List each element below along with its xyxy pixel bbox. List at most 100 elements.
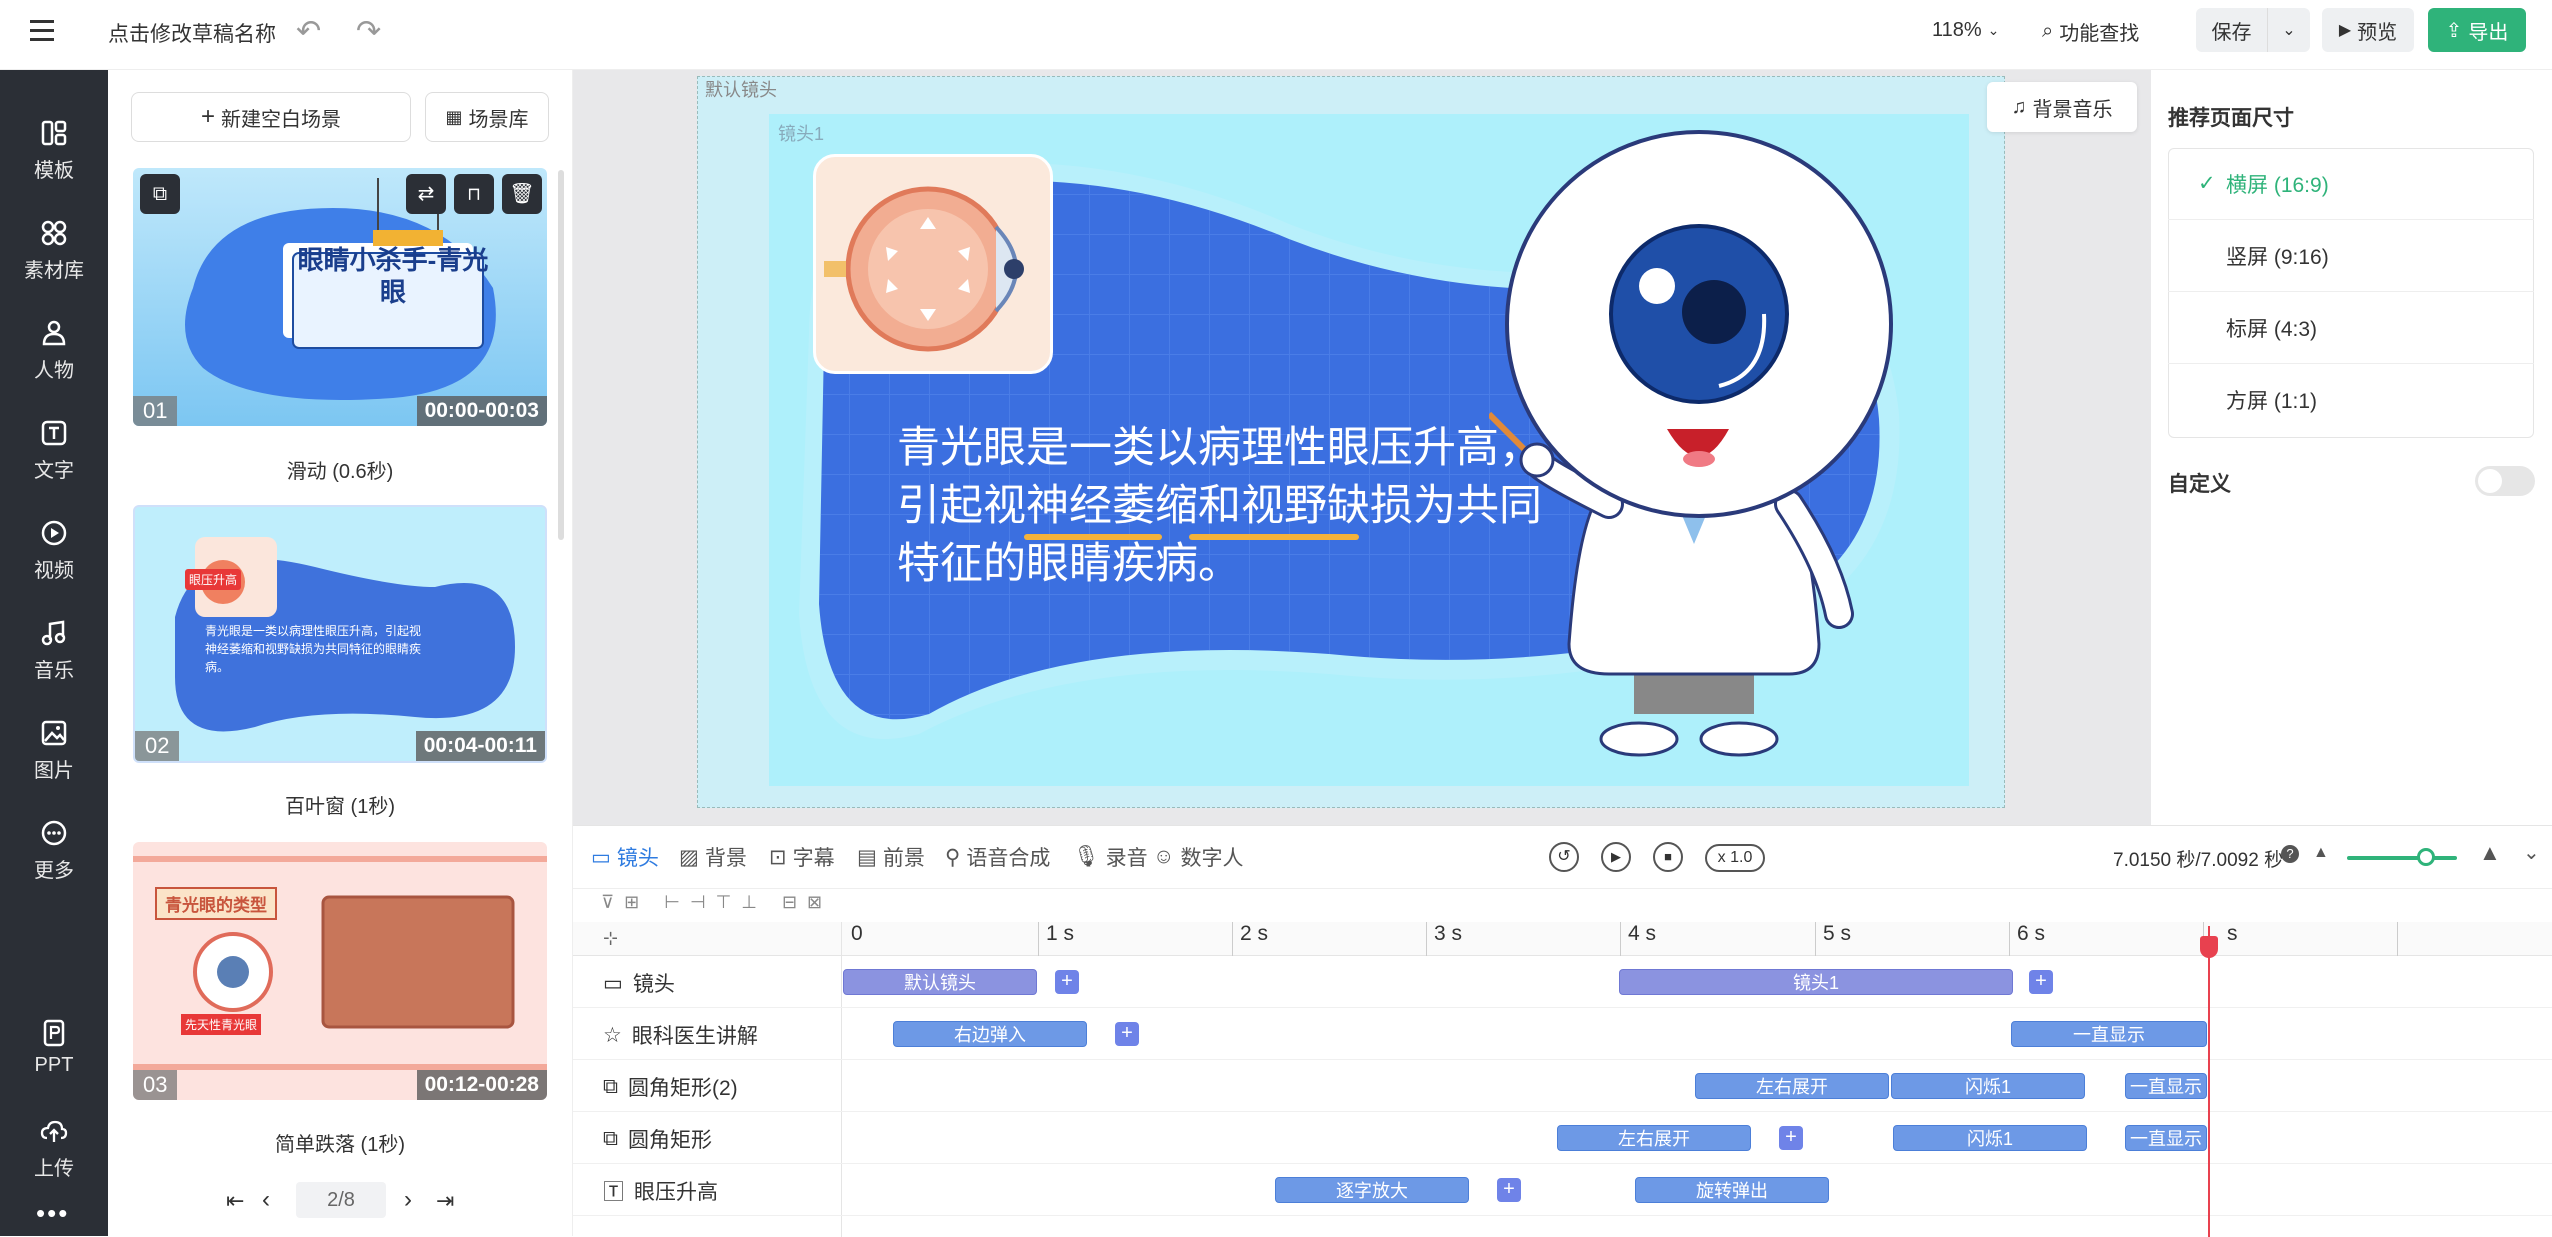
tab-record[interactable]: 🎙 录音 [1073,842,1148,872]
clip[interactable]: 默认镜头 [843,969,1037,995]
save-button[interactable]: 保存 [2196,8,2268,52]
next-page-icon[interactable]: › [404,1186,412,1214]
main-text-line-2: 引起视神经萎缩和视野缺损为共同 [897,482,1542,530]
ruler-settings-icon[interactable]: ⊹ [603,928,618,949]
scene-library-label: 场景库 [468,108,529,131]
track-rounded-rect[interactable]: ⧉ 圆角矩形 左右展开 + 闪烁1 一直显示 [573,1112,2552,1164]
tab-digital-human[interactable]: ☺ 数字人 [1153,842,1243,872]
eyeball-doctor-mascot[interactable] [1489,124,1909,784]
delete-icon[interactable]: 🗑 [502,174,542,214]
nav-template[interactable]: 模板 [0,118,108,208]
slide-main-text[interactable]: 青光眼是一类以病理性眼压升高， 引起视神经萎缩和视野缺损为共同 特征的眼睛疾病。 [897,419,1542,593]
add-clip-plus-icon[interactable]: + [2029,970,2053,994]
size-option-portrait[interactable]: 竖屏 (9:16) [2168,220,2534,292]
background-music-button[interactable]: ♫ 背景音乐 [1987,82,2137,132]
nav-image[interactable]: 图片 [0,718,108,808]
stamp-icon[interactable]: ⊓ [454,174,494,214]
size-option-square[interactable]: 方屏 (1:1) [2168,364,2534,436]
export-label: 导出 [2468,21,2509,44]
clip[interactable]: 右边弹入 [893,1021,1087,1047]
nav-person[interactable]: 人物 [0,318,108,408]
nav-ppt[interactable]: PPT [0,1018,108,1108]
tab-label: 前景 [882,847,925,870]
playback-speed[interactable]: x 1.0 [1705,844,1765,872]
undo-icon[interactable]: ↶ [296,14,321,49]
tab-background[interactable]: ▨ 背景 [679,842,747,872]
nav-materials[interactable]: 素材库 [0,218,108,308]
last-page-icon[interactable]: ⇥ [436,1188,454,1214]
copy-icon[interactable]: ⧉ [140,174,180,214]
hamburger-icon[interactable] [30,20,54,42]
scene-scrollbar[interactable] [558,170,564,540]
time-ruler[interactable]: ⊹ 0 1 s 2 s 3 s 4 s 5 s 6 s s [573,922,2552,956]
nav-video[interactable]: 视频 [0,518,108,608]
eye-diagram-card[interactable] [813,154,1053,374]
first-page-icon[interactable]: ⇤ [226,1188,244,1214]
preview-button[interactable]: ▶ 预览 [2322,8,2414,52]
track-eye-pressure[interactable]: 🅃 眼压升高 逐字放大 + 旋转弹出 [573,1164,2552,1216]
add-clip-plus-icon[interactable]: + [1497,1178,1521,1202]
export-button[interactable]: ⇪ 导出 [2428,8,2526,52]
tab-lens[interactable]: ▭ 镜头 [591,842,659,872]
feature-search-button[interactable]: ⌕ 功能查找 [2042,17,2139,46]
clip[interactable]: 闪烁1 [1891,1073,2085,1099]
save-dropdown-chevron-icon[interactable]: ⌄ [2268,8,2310,52]
scene-library-button[interactable]: ▦ 场景库 [425,92,549,142]
track-lens[interactable]: ▭ 镜头 默认镜头 + 镜头1 + [573,956,2552,1008]
nav-more[interactable]: 更多 [0,818,108,908]
clip[interactable]: 一直显示 [2011,1021,2207,1047]
swap-icon[interactable]: ⇄ [406,174,446,214]
ppt-icon [43,1019,65,1047]
timeline-zoom-slider[interactable] [2347,856,2457,860]
track-doctor[interactable]: ☆ 眼科医生讲解 右边弹入 + 一直显示 [573,1008,2552,1060]
size-option-standard[interactable]: 标屏 (4:3) [2168,292,2534,364]
collapse-icon[interactable]: ⌄ [2523,840,2540,865]
zoom-in-mountain-icon[interactable]: ▲ [2479,840,2501,866]
clip[interactable]: 左右展开 [1695,1073,1889,1099]
playhead-handle[interactable] [2200,936,2218,958]
add-clip-plus-icon[interactable]: + [1055,970,1079,994]
tab-subtitle[interactable]: ⊡ 字幕 [769,842,835,872]
track-rounded-rect-2[interactable]: ⧉ 圆角矩形(2) 左右展开 闪烁1 一直显示 [573,1060,2552,1112]
stop-icon[interactable]: ■ [1653,842,1683,872]
clip[interactable]: 闪烁1 [1893,1125,2087,1151]
left-nav: 模板 素材库 人物 文字 视频 音乐 图片 更多 PPT 上传 ••• [0,70,108,1236]
ellipsis-icon[interactable]: ••• [36,1198,69,1229]
align-tools[interactable]: ⊽⊞ ⊢⊣⊤⊥ ⊟⊠ [601,892,832,913]
redo-icon[interactable]: ↷ [356,14,381,49]
clip[interactable]: 一直显示 [2125,1125,2207,1151]
new-blank-scene-button[interactable]: + 新建空白场景 [131,92,411,142]
slider-handle[interactable] [2417,848,2435,866]
play-icon[interactable]: ▶ [1601,842,1631,872]
scene-thumb-3[interactable]: 青光眼的类型 先天性青光眼 03 00:12-00:28 [133,842,547,1100]
custom-size-toggle[interactable] [2475,466,2535,496]
page-indicator[interactable]: 2/8 [296,1182,386,1218]
zoom-out-mountain-icon[interactable]: ▲ [2313,844,2329,862]
nav-text[interactable]: 文字 [0,418,108,508]
nav-music[interactable]: 音乐 [0,618,108,708]
size-option-landscape[interactable]: ✓ 横屏 (16:9) [2168,148,2534,220]
clip[interactable]: 镜头1 [1619,969,2013,995]
feature-search-label: 功能查找 [2059,23,2140,45]
clip[interactable]: 一直显示 [2125,1073,2207,1099]
replay-icon[interactable]: ↺ [1549,842,1579,872]
draft-title[interactable]: 点击修改草稿名称 [108,18,276,48]
tab-label: 语音合成 [966,847,1051,870]
tab-tts[interactable]: ⚲ 语音合成 [945,842,1050,872]
scene-2-number: 02 [135,731,180,761]
nav-upload[interactable]: 上传 [0,1116,108,1206]
clip[interactable]: 左右展开 [1557,1125,1751,1151]
slide-canvas[interactable]: 青光眼是一类以病理性眼压升高， 引起视神经萎缩和视野缺损为共同 特征的眼睛疾病。 [769,114,1969,786]
scene-thumb-2[interactable]: 眼压升高 青光眼是一类以病理性眼压升高，引起视神经萎缩和视野缺损为共同特征的眼睛… [133,505,547,763]
zoom-select[interactable]: 118% ⌄ [1932,19,1999,42]
ruler-tick: 1 s [1046,922,1075,945]
add-clip-plus-icon[interactable]: + [1115,1022,1139,1046]
clip[interactable]: 逐字放大 [1275,1177,1469,1203]
tab-foreground[interactable]: ▤ 前景 [857,842,925,872]
add-clip-plus-icon[interactable]: + [1779,1126,1803,1150]
help-icon[interactable]: ? [2281,845,2299,863]
clip[interactable]: 旋转弹出 [1635,1177,1829,1203]
playhead-line[interactable] [2208,926,2210,1237]
prev-page-icon[interactable]: ‹ [262,1186,270,1214]
ruler-tick: 3 s [1434,922,1463,945]
